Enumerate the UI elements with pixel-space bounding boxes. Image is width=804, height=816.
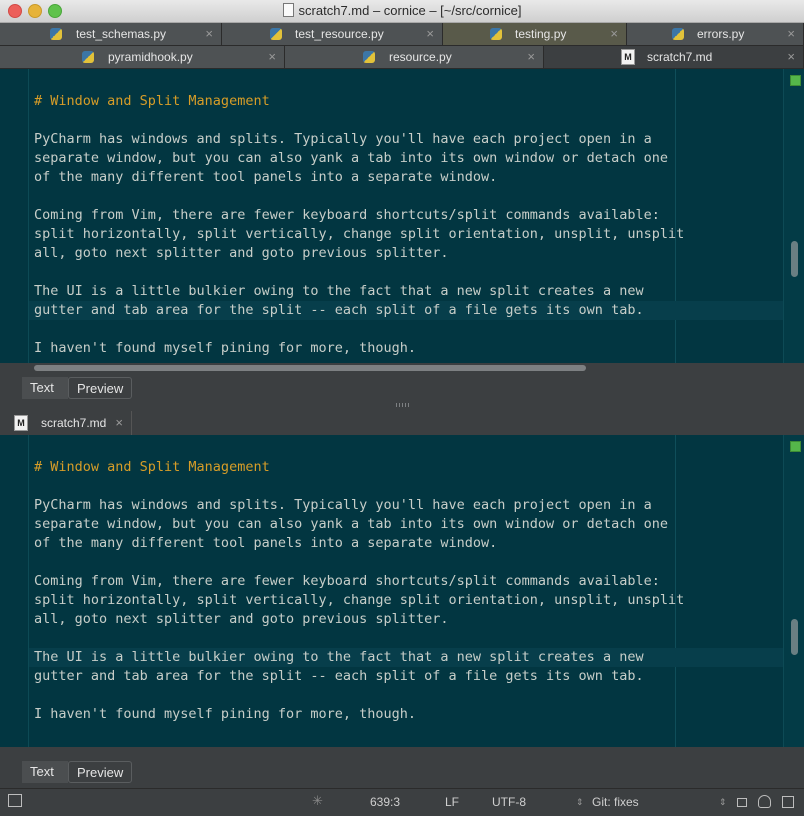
inspection-ok-icon bbox=[790, 75, 801, 86]
markdown-file-icon: M bbox=[621, 49, 635, 65]
text-line: I haven't found myself pining for more, … bbox=[34, 706, 417, 722]
tab-resource[interactable]: resource.py × bbox=[285, 46, 544, 68]
tab-scratch7-lower[interactable]: M scratch7.md × bbox=[0, 411, 132, 435]
tab-label: pyramidhook.py bbox=[108, 50, 193, 64]
markdown-file-icon: M bbox=[14, 415, 28, 431]
text-line: separate window, but you can also yank a… bbox=[34, 150, 668, 166]
tab-label: scratch7.md bbox=[41, 416, 107, 430]
background-tasks-spinner-icon: ✳ bbox=[312, 793, 323, 808]
document-icon bbox=[282, 3, 294, 17]
editor-tabs-row-2: pyramidhook.py × resource.py × M scratch… bbox=[0, 46, 804, 69]
tab-pyramidhook[interactable]: pyramidhook.py × bbox=[0, 46, 285, 68]
close-tab-icon[interactable]: × bbox=[205, 23, 213, 45]
tab-errors[interactable]: errors.py × bbox=[627, 23, 804, 45]
editor-gutter bbox=[0, 435, 29, 747]
preview-mode-tab[interactable]: Preview bbox=[68, 761, 132, 783]
editor-text[interactable]: # Window and Split Management PyCharm ha… bbox=[34, 92, 684, 358]
text-line: split horizontally, split vertically, ch… bbox=[34, 226, 685, 242]
window-titlebar: scratch7.md – cornice – [~/src/cornice] bbox=[0, 0, 804, 23]
editor-text[interactable]: # Window and Split Management PyCharm ha… bbox=[34, 458, 684, 724]
vertical-scroll-thumb[interactable] bbox=[791, 241, 798, 277]
caret-position[interactable]: 639:3 bbox=[370, 795, 400, 809]
vcs-branch-arrows-icon: ⇕ bbox=[576, 797, 584, 807]
vertical-scrollbar[interactable] bbox=[783, 69, 804, 363]
editor-mode-tabs: Text Preview bbox=[0, 757, 804, 785]
close-tab-icon[interactable]: × bbox=[610, 23, 618, 45]
tool-windows-toggle-icon[interactable] bbox=[8, 794, 22, 807]
text-line: all, goto next splitter and goto previou… bbox=[34, 611, 449, 627]
editor-gutter bbox=[0, 69, 29, 363]
readonly-lock-icon[interactable] bbox=[737, 798, 747, 807]
tab-label: scratch7.md bbox=[647, 50, 713, 64]
window-title: scratch7.md – cornice – [~/src/cornice] bbox=[298, 3, 522, 18]
python-file-icon bbox=[363, 50, 377, 64]
text-line: PyCharm has windows and splits. Typicall… bbox=[34, 497, 652, 513]
heading-line: # Window and Split Management bbox=[34, 459, 270, 475]
text-line: gutter and tab area for the split -- eac… bbox=[34, 668, 644, 684]
tab-test-schemas[interactable]: test_schemas.py × bbox=[0, 23, 222, 45]
text-mode-tab[interactable]: Text bbox=[22, 377, 68, 399]
vcs-branch[interactable]: Git: fixes bbox=[592, 795, 639, 809]
split-divider[interactable] bbox=[0, 400, 804, 410]
heading-line: # Window and Split Management bbox=[34, 93, 270, 109]
editor-tabs-row-1: test_schemas.py × test_resource.py × tes… bbox=[0, 23, 804, 46]
close-tab-icon[interactable]: × bbox=[527, 46, 535, 68]
horizontal-scrollbar[interactable] bbox=[0, 363, 784, 373]
inspection-ok-icon bbox=[790, 441, 801, 452]
python-file-icon bbox=[490, 27, 504, 41]
event-log-icon[interactable] bbox=[782, 796, 794, 808]
text-line: I haven't found myself pining for more, … bbox=[34, 340, 417, 356]
text-line: Coming from Vim, there are fewer keyboar… bbox=[34, 207, 660, 223]
text-line: gutter and tab area for the split -- eac… bbox=[34, 302, 644, 318]
vcs-menu-arrows-icon[interactable]: ⇕ bbox=[719, 797, 727, 808]
splitter-grip-icon bbox=[396, 403, 410, 407]
status-bar: ✳ 639:3 LF UTF-8 ⇕ Git: fixes ⇕ bbox=[0, 788, 804, 816]
file-encoding[interactable]: UTF-8 bbox=[492, 795, 526, 809]
python-file-icon bbox=[672, 27, 686, 41]
python-file-icon bbox=[82, 50, 96, 64]
text-mode-tab[interactable]: Text bbox=[22, 761, 68, 783]
text-line: of the many different tool panels into a… bbox=[34, 169, 498, 185]
text-line: The UI is a little bulkier owing to the … bbox=[34, 283, 644, 299]
python-file-icon bbox=[270, 27, 284, 41]
close-tab-icon[interactable]: × bbox=[787, 23, 795, 45]
tab-test-resource[interactable]: test_resource.py × bbox=[222, 23, 443, 45]
line-separator[interactable]: LF bbox=[445, 795, 459, 809]
editor-mode-tabs: Text Preview bbox=[0, 373, 804, 401]
close-tab-icon[interactable]: × bbox=[115, 411, 123, 435]
close-tab-icon[interactable]: × bbox=[268, 46, 276, 68]
tab-label: test_resource.py bbox=[295, 27, 384, 41]
upper-editor-pane[interactable]: # Window and Split Management PyCharm ha… bbox=[0, 69, 804, 363]
inspector-hector-icon[interactable] bbox=[758, 795, 771, 808]
text-line: PyCharm has windows and splits. Typicall… bbox=[34, 131, 652, 147]
vertical-scroll-thumb[interactable] bbox=[791, 619, 798, 655]
python-file-icon bbox=[50, 27, 64, 41]
text-line: Coming from Vim, there are fewer keyboar… bbox=[34, 573, 660, 589]
close-tab-icon[interactable]: × bbox=[426, 23, 434, 45]
tab-label: test_schemas.py bbox=[76, 27, 167, 41]
tab-label: errors.py bbox=[697, 27, 745, 41]
horizontal-scroll-thumb[interactable] bbox=[34, 365, 586, 371]
vertical-scrollbar[interactable] bbox=[783, 435, 804, 747]
text-line: separate window, but you can also yank a… bbox=[34, 516, 668, 532]
text-line: split horizontally, split vertically, ch… bbox=[34, 592, 685, 608]
lower-editor-pane[interactable]: # Window and Split Management PyCharm ha… bbox=[0, 435, 804, 747]
text-line: all, goto next splitter and goto previou… bbox=[34, 245, 449, 261]
lower-pane-tabs: M scratch7.md × bbox=[0, 411, 804, 436]
tab-scratch7[interactable]: M scratch7.md × bbox=[544, 46, 804, 68]
close-tab-icon[interactable]: × bbox=[787, 46, 795, 68]
tab-testing[interactable]: testing.py × bbox=[443, 23, 627, 45]
text-line: The UI is a little bulkier owing to the … bbox=[34, 649, 644, 665]
tab-label: resource.py bbox=[389, 50, 452, 64]
text-line: of the many different tool panels into a… bbox=[34, 535, 498, 551]
preview-mode-tab[interactable]: Preview bbox=[68, 377, 132, 399]
tab-label: testing.py bbox=[515, 27, 567, 41]
